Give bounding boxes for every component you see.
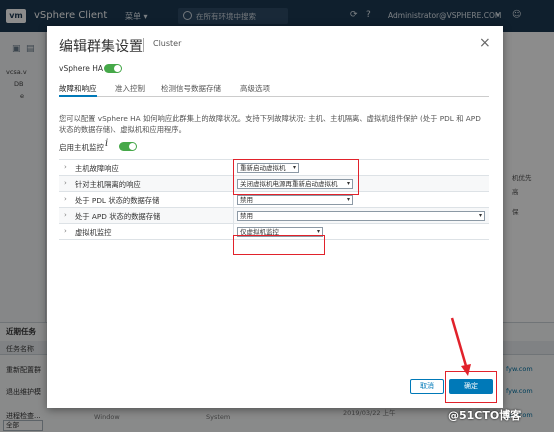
arrow-shaft [450,317,468,367]
arrow-head [461,364,471,376]
annotation-arrow [450,317,471,376]
watermark: @51CTO博客 [448,409,522,422]
